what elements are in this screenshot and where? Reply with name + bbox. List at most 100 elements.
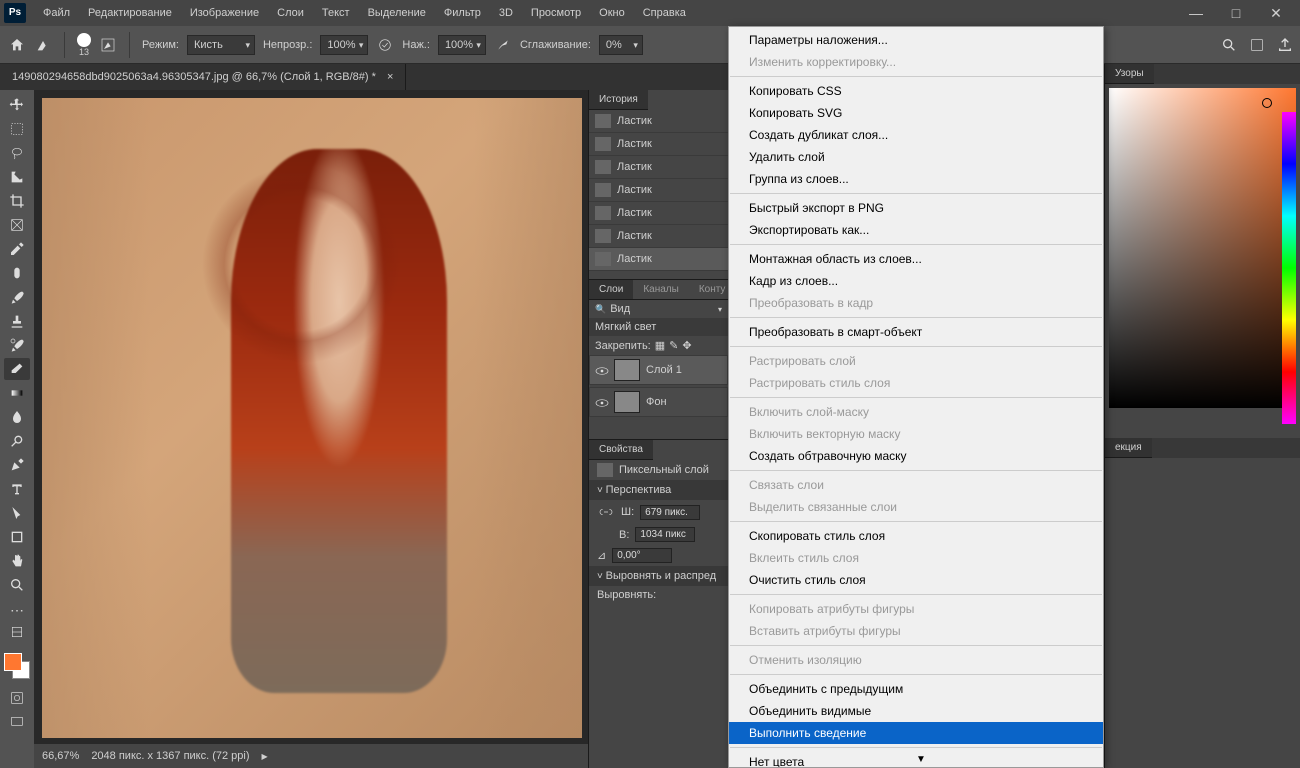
extra-tools-icon[interactable]: ⋯ xyxy=(10,602,24,619)
brush-panel-icon[interactable] xyxy=(99,36,117,54)
layer-kind[interactable]: Вид xyxy=(610,303,630,315)
gradient-tool[interactable] xyxy=(4,382,30,404)
dodge-tool[interactable] xyxy=(4,430,30,452)
pressure-opacity-icon[interactable] xyxy=(376,36,394,54)
menu-item[interactable]: Создать дубликат слоя... xyxy=(729,124,1103,146)
menu-item[interactable]: Удалить слой xyxy=(729,146,1103,168)
eyedropper-tool[interactable] xyxy=(4,238,30,260)
layer-row[interactable]: Фон xyxy=(589,387,728,417)
properties-tab[interactable]: Свойства xyxy=(589,440,653,460)
menu-item[interactable]: Копировать CSS xyxy=(729,80,1103,102)
menu-фильтр[interactable]: Фильтр xyxy=(435,0,490,26)
scroll-down-icon[interactable]: ▼ xyxy=(916,754,926,765)
angle-input[interactable] xyxy=(612,548,672,563)
menu-item[interactable]: Объединить с предыдущим xyxy=(729,678,1103,700)
frame-tool[interactable] xyxy=(4,214,30,236)
menu-просмотр[interactable]: Просмотр xyxy=(522,0,590,26)
menu-редактирование[interactable]: Редактирование xyxy=(79,0,181,26)
height-input[interactable] xyxy=(635,527,695,542)
menu-окно[interactable]: Окно xyxy=(590,0,634,26)
menu-item[interactable]: Преобразовать в смарт-объект xyxy=(729,321,1103,343)
menu-item[interactable]: Объединить видимые xyxy=(729,700,1103,722)
brush-tool[interactable] xyxy=(4,286,30,308)
canvas[interactable] xyxy=(42,98,582,738)
close-button[interactable]: ✕ xyxy=(1256,0,1296,26)
menu-item[interactable]: Создать обтравочную маску xyxy=(729,445,1103,467)
visibility-icon[interactable] xyxy=(594,363,608,377)
quickmask-icon[interactable] xyxy=(4,687,30,709)
type-tool[interactable] xyxy=(4,478,30,500)
zoom-tool[interactable] xyxy=(4,574,30,596)
lock-pos-icon[interactable]: ✥ xyxy=(682,339,691,352)
menu-item[interactable]: Группа из слоев... xyxy=(729,168,1103,190)
menu-текст[interactable]: Текст xyxy=(313,0,359,26)
healing-tool[interactable] xyxy=(4,262,30,284)
crop-tool[interactable] xyxy=(4,190,30,212)
eraser-tool[interactable] xyxy=(4,358,30,380)
menu-изображение[interactable]: Изображение xyxy=(181,0,268,26)
minimize-button[interactable]: — xyxy=(1176,0,1216,26)
history-item[interactable]: Ластик xyxy=(589,202,728,225)
move-tool[interactable] xyxy=(4,94,30,116)
stamp-tool[interactable] xyxy=(4,310,30,332)
history-item[interactable]: Ластик xyxy=(589,248,728,271)
link-icon[interactable] xyxy=(597,503,615,521)
menu-item[interactable]: Выполнить сведение xyxy=(729,722,1103,744)
corrections-tab[interactable]: екция xyxy=(1105,438,1152,458)
brush-size[interactable]: 13 xyxy=(77,47,91,57)
airbrush-icon[interactable] xyxy=(494,36,512,54)
pen-tool[interactable] xyxy=(4,454,30,476)
menu-слои[interactable]: Слои xyxy=(268,0,313,26)
tool-preset-icon[interactable] xyxy=(34,36,52,54)
lock-trans-icon[interactable]: ▦ xyxy=(655,339,665,352)
hand-tool[interactable] xyxy=(4,550,30,572)
history-tab[interactable]: История xyxy=(589,90,648,110)
history-item[interactable]: Ластик xyxy=(589,179,728,202)
blur-tool[interactable] xyxy=(4,406,30,428)
smoothing-input[interactable]: 0% xyxy=(599,35,643,55)
align-section[interactable]: ˅ Выровнять и распред xyxy=(589,566,728,586)
menu-item[interactable]: Быстрый экспорт в PNG xyxy=(729,197,1103,219)
menu-item[interactable]: Параметры наложения... xyxy=(729,29,1103,51)
patterns-tab[interactable]: Узоры xyxy=(1105,64,1154,84)
history-item[interactable]: Ластик xyxy=(589,225,728,248)
menu-файл[interactable]: Файл xyxy=(34,0,79,26)
home-icon[interactable] xyxy=(8,36,26,54)
marquee-tool[interactable] xyxy=(4,118,30,140)
mode-select[interactable]: Кисть xyxy=(187,35,255,55)
search-icon[interactable] xyxy=(1220,36,1238,54)
menu-выделение[interactable]: Выделение xyxy=(359,0,435,26)
close-tab-icon[interactable]: × xyxy=(387,71,393,83)
hue-slider[interactable] xyxy=(1282,112,1296,424)
menu-item[interactable]: Скопировать стиль слоя xyxy=(729,525,1103,547)
menu-item[interactable]: Экспортировать как... xyxy=(729,219,1103,241)
menu-item[interactable]: Монтажная область из слоев... xyxy=(729,248,1103,270)
quick-select-tool[interactable] xyxy=(4,166,30,188)
workspace-icon[interactable] xyxy=(1248,36,1266,54)
menu-3d[interactable]: 3D xyxy=(490,0,522,26)
tab-слои[interactable]: Слои xyxy=(589,280,633,300)
visibility-icon[interactable] xyxy=(594,395,608,409)
menu-item[interactable]: Очистить стиль слоя xyxy=(729,569,1103,591)
history-item[interactable]: Ластик xyxy=(589,133,728,156)
menu-item[interactable]: Кадр из слоев... xyxy=(729,270,1103,292)
history-item[interactable]: Ластик xyxy=(589,110,728,133)
edit-toolbar-icon[interactable] xyxy=(4,621,30,643)
flow-input[interactable]: 100% xyxy=(438,35,486,55)
screenmode-icon[interactable] xyxy=(4,711,30,733)
opacity-input[interactable]: 100% xyxy=(320,35,368,55)
history-item[interactable]: Ластик xyxy=(589,156,728,179)
blend-mode[interactable]: Мягкий свет xyxy=(595,321,656,333)
menu-item[interactable]: Копировать SVG xyxy=(729,102,1103,124)
color-swatch[interactable] xyxy=(4,653,30,679)
share-icon[interactable] xyxy=(1276,36,1294,54)
shape-tool[interactable] xyxy=(4,526,30,548)
color-picker[interactable] xyxy=(1109,88,1296,408)
layer-row[interactable]: Слой 1 xyxy=(589,355,728,385)
lasso-tool[interactable] xyxy=(4,142,30,164)
history-brush-tool[interactable] xyxy=(4,334,30,356)
tab-каналы[interactable]: Каналы xyxy=(633,280,689,300)
lock-paint-icon[interactable]: ✎ xyxy=(669,339,678,352)
document-tab[interactable]: 149080294658dbd9025063a4.96305347.jpg @ … xyxy=(0,64,406,90)
path-tool[interactable] xyxy=(4,502,30,524)
